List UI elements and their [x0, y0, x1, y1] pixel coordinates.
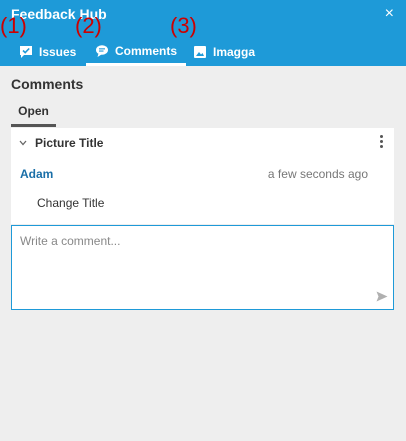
issue-flag-icon: [20, 46, 32, 58]
comment-composer: [11, 225, 394, 310]
tab-label: Issues: [39, 45, 77, 59]
send-icon[interactable]: [376, 291, 388, 302]
app-header: Feedback Hub × Issues Comments Imagga: [0, 0, 406, 66]
tab-open[interactable]: Open: [11, 99, 56, 127]
annotation-1: (1): [0, 13, 27, 38]
comment-bubble-icon: [96, 44, 108, 57]
thread-header[interactable]: Picture Title: [19, 136, 103, 150]
image-icon: [194, 46, 206, 58]
tab-imagga[interactable]: Imagga: [193, 38, 255, 66]
comment-thread-card: Picture Title Adam a few seconds ago Cha…: [11, 128, 394, 224]
tab-label: Imagga: [213, 45, 256, 59]
tab-issues[interactable]: Issues: [19, 38, 76, 66]
comment-text: Change Title: [37, 196, 105, 210]
chevron-down-icon[interactable]: [19, 140, 27, 146]
thread-title: Picture Title: [35, 136, 104, 150]
section-title: Comments: [11, 76, 84, 92]
tab-label: Comments: [115, 43, 178, 58]
comment-input[interactable]: [20, 234, 370, 294]
tab-comments[interactable]: Comments: [86, 38, 187, 66]
more-vert-icon[interactable]: [376, 134, 386, 150]
comment-timestamp: a few seconds ago: [267, 167, 368, 181]
comment-author: Adam: [20, 167, 54, 181]
annotation-3: (3): [170, 13, 197, 38]
close-icon[interactable]: ×: [385, 6, 394, 22]
annotation-2: (2): [75, 13, 102, 38]
